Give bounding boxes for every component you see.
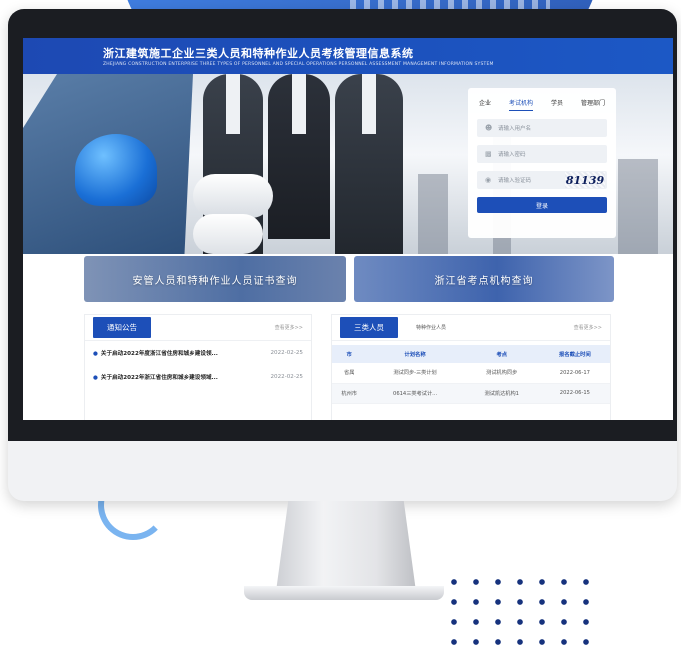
site-title: 浙江建筑施工企业三类人员和特种作业人员考核管理信息系统	[103, 47, 414, 60]
user-icon: ☻	[485, 123, 493, 132]
exam-plan-table: 市 计划名称 考点 报名截止时间 省属 测试同步-三类计划 测试机构同步 202…	[332, 345, 610, 404]
username-placeholder: 请输入用户名	[498, 126, 532, 132]
notice-more-link[interactable]: 查看更多>>	[275, 324, 303, 331]
personnel-more-link[interactable]: 查看更多>>	[574, 324, 602, 331]
tab-student[interactable]: 学员	[551, 98, 563, 111]
bullet-icon: ●	[93, 375, 98, 381]
hero-banner: 企业 考试机构 学员 管理部门 ☻ 请输入用户名 ▩ 请输入密码 ◉ 请输入验证…	[23, 74, 673, 254]
monitor-screen: 浙江建筑施工企业三类人员和特种作业人员考核管理信息系统 ZHEJIANG CON…	[23, 38, 673, 420]
site-header: 浙江建筑施工企业三类人员和特种作业人员考核管理信息系统 ZHEJIANG CON…	[23, 38, 673, 74]
notice-item[interactable]: ● 关于启动2022年度浙江省住房和城乡建设领... 2022-02-25	[85, 341, 311, 365]
table-cell: 杭州市	[332, 383, 367, 404]
notice-item[interactable]: ● 关于启动2022年浙江省住房和城乡建设领域... 2022-02-25	[85, 365, 311, 389]
table-cell: 测试同步-三类计划	[366, 363, 464, 384]
promo-image: 浙江建筑施工企业三类人员和特种作业人员考核管理信息系统 ZHEJIANG CON…	[0, 0, 681, 653]
businesswoman-figure	[268, 74, 330, 239]
table-cell: 测试凯达机构1	[463, 383, 540, 404]
factory-silhouette	[418, 174, 448, 254]
captcha-placeholder: 请输入验证码	[498, 178, 532, 184]
monitor-stand-neck	[276, 501, 416, 591]
tab-enterprise[interactable]: 企业	[479, 98, 491, 111]
column-header: 考点	[463, 345, 540, 363]
table-cell: 测试机构同步	[463, 363, 540, 384]
factory-silhouette	[618, 159, 658, 254]
table-header-row: 市 计划名称 考点 报名截止时间	[332, 345, 610, 363]
column-header: 报名截止时间	[539, 345, 610, 363]
site-subtitle: ZHEJIANG CONSTRUCTION ENTERPRISE THREE T…	[103, 62, 494, 67]
query-banners: 安管人员和特种作业人员证书查询 浙江省考点机构查询	[84, 256, 614, 302]
login-button[interactable]: 登录	[477, 197, 607, 213]
table-cell: 省属	[332, 363, 367, 384]
notice-item-date: 2022-02-25	[270, 374, 303, 380]
decorative-dot-grid	[443, 572, 603, 652]
table-cell: 2022-06-15	[539, 383, 610, 404]
username-field[interactable]: ☻ 请输入用户名	[477, 119, 607, 137]
password-field[interactable]: ▩ 请输入密码	[477, 145, 607, 163]
notice-panel: 通知公告 查看更多>> ● 关于启动2022年度浙江省住房和城乡建设领... 20…	[84, 314, 312, 420]
personnel-header: 三类人员 特种作业人员 查看更多>>	[332, 315, 610, 341]
table-cell: 2022-06-17	[539, 363, 610, 384]
businessman-figure	[335, 74, 403, 254]
notice-title[interactable]: 通知公告	[93, 317, 151, 338]
certificate-query-button[interactable]: 安管人员和特种作业人员证书查询	[84, 256, 346, 302]
column-header: 市	[332, 345, 367, 363]
captcha-field[interactable]: ◉ 请输入验证码 81139	[477, 171, 607, 189]
tab-management[interactable]: 管理部门	[581, 98, 605, 111]
column-header: 计划名称	[366, 345, 464, 363]
notice-item-date: 2022-02-25	[270, 350, 303, 356]
blueprint-roll	[193, 174, 273, 218]
notice-item-title: 关于启动2022年浙江省住房和城乡建设领域...	[100, 375, 218, 381]
personnel-panel: 三类人员 特种作业人员 查看更多>> 市 计划名称 考点 报名截止时间 省属 测…	[331, 314, 611, 420]
notice-header: 通知公告 查看更多>>	[85, 315, 311, 341]
table-row[interactable]: 杭州市 0614三类考试计... 测试凯达机构1 2022-06-15	[332, 383, 610, 404]
monitor-stand-base	[244, 586, 444, 600]
tab-exam-institution[interactable]: 考试机构	[508, 98, 533, 111]
tab-special-operations[interactable]: 特种作业人员	[416, 324, 446, 331]
lock-icon: ▩	[485, 149, 492, 158]
bullet-icon: ●	[93, 351, 98, 357]
notice-item-title: 关于启动2022年度浙江省住房和城乡建设领...	[100, 351, 218, 357]
blueprint-roll	[193, 214, 263, 254]
login-tabs: 企业 考试机构 学员 管理部门	[477, 98, 607, 111]
table-cell: 0614三类考试计...	[366, 383, 464, 404]
tab-three-types[interactable]: 三类人员	[340, 317, 398, 338]
captcha-image[interactable]: 81139	[565, 172, 605, 188]
safety-helmet	[75, 134, 157, 206]
password-placeholder: 请输入密码	[498, 152, 526, 158]
shield-icon: ◉	[485, 175, 492, 184]
login-panel: 企业 考试机构 学员 管理部门 ☻ 请输入用户名 ▩ 请输入密码 ◉ 请输入验证…	[468, 88, 616, 238]
table-row[interactable]: 省属 测试同步-三类计划 测试机构同步 2022-06-17	[332, 363, 610, 384]
exam-center-query-button[interactable]: 浙江省考点机构查询	[354, 256, 614, 302]
